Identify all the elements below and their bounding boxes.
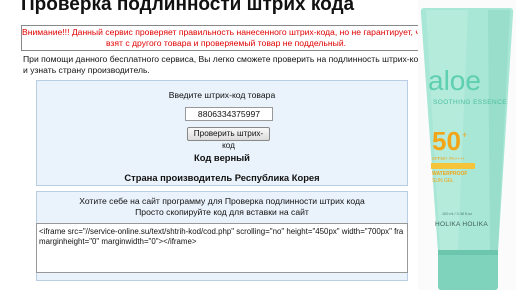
sunscreen-tube-image: aloe SOOTHING ESSENCE 50 + SPF50+ PA++++… — [420, 8, 514, 290]
product-spf-line-3: SUN GEL — [432, 178, 454, 184]
intro-text: При помощи данного бесплатного сервиса, … — [23, 54, 423, 76]
svg-text:+: + — [462, 130, 467, 140]
product-spf-line-1: SPF50+ PA++++ — [432, 156, 465, 161]
product-subtitle: SOOTHING ESSENCE — [433, 99, 507, 106]
barcode-input[interactable] — [185, 107, 273, 121]
embed-title-line-1: Хотите себе на сайт программу для Провер… — [79, 196, 365, 206]
product-maker: HOLIKA HOLIKA — [435, 221, 488, 228]
product-spf: 50 — [432, 126, 461, 156]
result-country: Страна производитель Республика Корея — [124, 172, 320, 183]
barcode-prompt: Введите штрих-код товара — [168, 90, 276, 100]
warning-line-2: взят с другого товара и проверяемый това… — [105, 38, 347, 48]
result-status: Код верный — [194, 152, 250, 163]
embed-title-line-2: Просто скопируйте код для вставки на сай… — [135, 207, 309, 217]
product-spf-line-2: WATERPROOF — [432, 171, 467, 177]
intro-line-1: При помощи данного бесплатного сервиса, … — [23, 54, 423, 64]
product-photo: aloe SOOTHING ESSENCE 50 + SPF50+ PA++++… — [418, 0, 516, 290]
product-brand: aloe — [428, 65, 481, 96]
embed-code-textarea[interactable]: <iframe src="//service-online.su/text/sh… — [36, 223, 408, 273]
warning-box: Внимание!!! Данный сервис проверяет прав… — [21, 25, 431, 51]
check-barcode-button[interactable]: Проверить штрих-код — [187, 127, 270, 150]
warning-line-1: Внимание!!! Данный сервис проверяет прав… — [22, 27, 430, 37]
product-volume: 100 ml / 3.38 fl.oz — [442, 212, 472, 216]
intro-line-2: и узнать страну производитель. — [23, 65, 150, 75]
page-title: Проверка подлинности штрих кода — [21, 0, 355, 15]
